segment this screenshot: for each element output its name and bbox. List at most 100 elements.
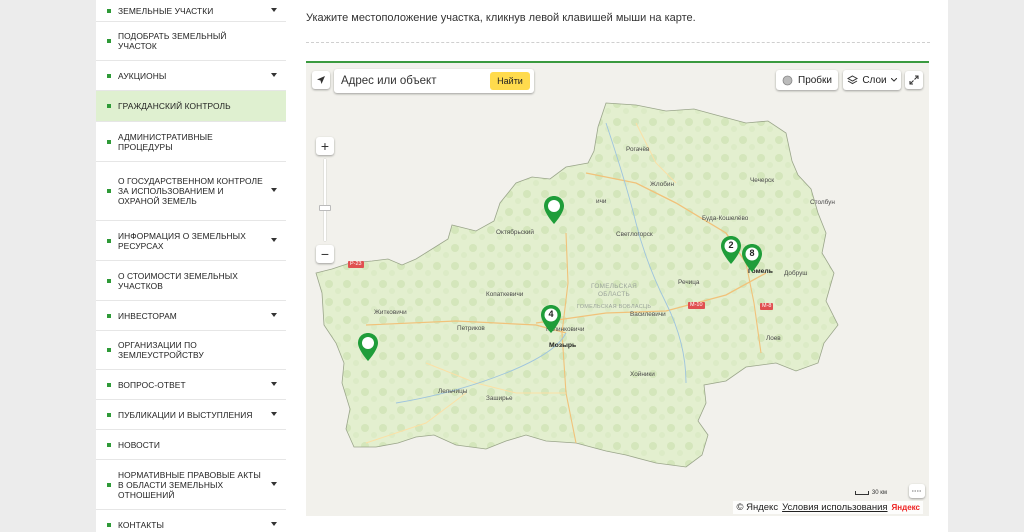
city-label: Буда-Кошелёво (702, 215, 749, 222)
sidebar-item-legal-acts[interactable]: НОРМАТИВНЫЕ ПРАВОВЫЕ АКТЫ В ОБЛАСТИ ЗЕМЕ… (96, 460, 286, 510)
sidebar-item-land-resources[interactable]: ИНФОРМАЦИЯ О ЗЕМЕЛЬНЫХ РЕСУРСАХ (96, 221, 286, 261)
map-marker-cluster[interactable]: 8 (741, 243, 763, 273)
sidebar-item-state-control[interactable]: О ГОСУДАРСТВЕННОМ КОНТРОЛЕ ЗА ИСПОЛЬЗОВА… (96, 162, 286, 221)
zoom-slider-handle[interactable] (319, 205, 331, 211)
chevron-down-icon (271, 521, 277, 526)
yandex-logo[interactable]: Яндекс (892, 503, 920, 512)
region-label: ГОМЕЛЬСКАЯ ОБЛАСТЬ (590, 283, 638, 298)
bullet-icon (107, 412, 111, 417)
zoom-in-button[interactable]: + (316, 137, 334, 155)
sidebar-item-label: НОВОСТИ (118, 439, 160, 450)
map-search-input[interactable] (341, 73, 481, 89)
traffic-icon (782, 75, 793, 85)
divider (306, 42, 930, 43)
layers-button[interactable]: Слои (843, 70, 901, 90)
bullet-icon (107, 382, 111, 387)
sidebar-item-news[interactable]: НОВОСТИ (96, 430, 286, 460)
city-label: ичи (596, 198, 607, 205)
city-label: Светлогорск (616, 231, 653, 238)
sidebar: ЗЕМЕЛЬНЫЕ УЧАСТКИ ПОДОБРАТЬ ЗЕМЕЛЬНЫЙ УЧ… (96, 0, 286, 532)
city-label: Столбун (810, 199, 835, 206)
chevron-down-icon (271, 7, 277, 12)
sidebar-item-land-plots[interactable]: ЗЕМЕЛЬНЫЕ УЧАСТКИ (96, 0, 286, 22)
traffic-button[interactable]: Пробки (776, 70, 838, 90)
sidebar-item-label: НОРМАТИВНЫЕ ПРАВОВЫЕ АКТЫ В ОБЛАСТИ ЗЕМЕ… (118, 469, 261, 500)
geolocation-button[interactable] (312, 71, 330, 89)
bullet-icon (107, 73, 111, 78)
layers-icon (847, 75, 859, 85)
zoom-out-button[interactable]: − (316, 245, 334, 263)
map-marker-cluster[interactable]: 2 (720, 235, 742, 265)
chevron-down-icon (271, 188, 277, 192)
location-pin-icon (358, 333, 378, 361)
sidebar-item-label: ИНФОРМАЦИЯ О ЗЕМЕЛЬНЫХ РЕСУРСАХ (118, 230, 246, 251)
city-label: Житковичи (374, 309, 407, 316)
map[interactable]: Найти Пробки Слои + − (306, 61, 929, 516)
bullet-icon (107, 238, 111, 243)
map-copyright: © Яндекс Условия использования Яндекс (733, 501, 923, 514)
sidebar-item-investors[interactable]: ИНВЕСТОРАМ (96, 301, 286, 331)
sidebar-item-faq[interactable]: ВОПРОС-ОТВЕТ (96, 370, 286, 400)
location-pin-icon (544, 196, 564, 224)
sidebar-item-publications[interactable]: ПУБЛИКАЦИИ И ВЫСТУПЛЕНИЯ (96, 400, 286, 430)
chevron-down-icon (271, 72, 277, 77)
chevron-down-icon (271, 381, 277, 386)
city-label: Мозырь (549, 342, 577, 349)
sidebar-item-auctions[interactable]: АУКЦИОНЫ (96, 61, 286, 91)
expand-icon (909, 75, 919, 85)
sidebar-item-contacts[interactable]: КОНТАКТЫ (96, 510, 286, 532)
ruler-button[interactable] (909, 484, 925, 498)
bullet-icon (107, 348, 111, 352)
map-search-button[interactable]: Найти (490, 72, 530, 90)
map-marker[interactable] (543, 195, 565, 225)
sidebar-item-label: О СТОИМОСТИ ЗЕМЕЛЬНЫХ УЧАСТКОВ (118, 270, 238, 291)
ruler-icon (912, 490, 922, 492)
city-label: Рогачёв (626, 146, 650, 153)
road-label: М-8 (760, 303, 774, 310)
city-label: Чечерск (750, 177, 775, 184)
cluster-count: 8 (749, 248, 755, 258)
map-marker[interactable] (357, 332, 379, 362)
zoom-slider-track[interactable] (324, 159, 326, 241)
bullet-icon (107, 39, 111, 43)
city-label: Заширье (486, 395, 513, 402)
fullscreen-button[interactable] (905, 71, 923, 89)
sidebar-item-label: ПОДОБРАТЬ ЗЕМЕЛЬНЫЙ УЧАСТОК (118, 31, 227, 51)
terms-link[interactable]: Условия использования (782, 502, 887, 513)
sidebar-item-label: ПУБЛИКАЦИИ И ВЫСТУПЛЕНИЯ (118, 409, 253, 420)
bullet-icon (107, 278, 111, 283)
region-label-local: ГОМЕЛЬСКАЯ ВОБЛАСЦЬ (576, 304, 652, 310)
sidebar-item-civil-control[interactable]: ГРАЖДАНСКИЙ КОНТРОЛЬ (96, 91, 286, 122)
map-scale: 30 км (854, 490, 887, 496)
city-label: Речица (678, 279, 700, 286)
copyright-text: © Яндекс (736, 502, 779, 513)
road-label: Р-23 (348, 261, 364, 268)
bullet-icon (107, 139, 111, 144)
sidebar-item-admin-procedures[interactable]: АДМИНИСТРАТИВНЫЕ ПРОЦЕДУРЫ (96, 122, 286, 162)
scale-label: 30 км (871, 490, 887, 496)
sidebar-item-label: АДМИНИСТРАТИВНЫЕ ПРОЦЕДУРЫ (118, 131, 213, 152)
sidebar-item-label: АУКЦИОНЫ (118, 70, 167, 81)
sidebar-item-land-management[interactable]: ОРГАНИЗАЦИИ ПО ЗЕМЛЕУСТРОЙСТВУ (96, 331, 286, 370)
bullet-icon (107, 522, 111, 527)
main-content: Укажите местоположение участка, кликнув … (286, 0, 948, 532)
location-arrow-icon (317, 76, 325, 84)
cluster-count: 4 (548, 309, 554, 319)
chevron-down-icon (271, 312, 277, 317)
sidebar-item-plot-cost[interactable]: О СТОИМОСТИ ЗЕМЕЛЬНЫХ УЧАСТКОВ (96, 261, 286, 301)
city-label: Петриков (457, 325, 485, 332)
city-label: Лельчицы (438, 388, 468, 395)
sidebar-item-label: ЗЕМЕЛЬНЫЕ УЧАСТКИ (118, 5, 214, 16)
map-marker-cluster[interactable]: 4 (540, 304, 562, 334)
chevron-down-icon (271, 481, 277, 486)
bullet-icon (107, 482, 111, 487)
bullet-icon (107, 104, 111, 108)
sidebar-item-find-plot[interactable]: ПОДОБРАТЬ ЗЕМЕЛЬНЫЙ УЧАСТОК (96, 22, 286, 61)
bullet-icon (107, 8, 111, 13)
chevron-down-icon (271, 411, 277, 416)
sidebar-item-label: КОНТАКТЫ (118, 519, 164, 530)
road-label: М-10 (688, 302, 705, 309)
chevron-down-icon (271, 237, 277, 242)
layers-label: Слои (862, 74, 887, 86)
city-label: Лоев (766, 335, 781, 342)
